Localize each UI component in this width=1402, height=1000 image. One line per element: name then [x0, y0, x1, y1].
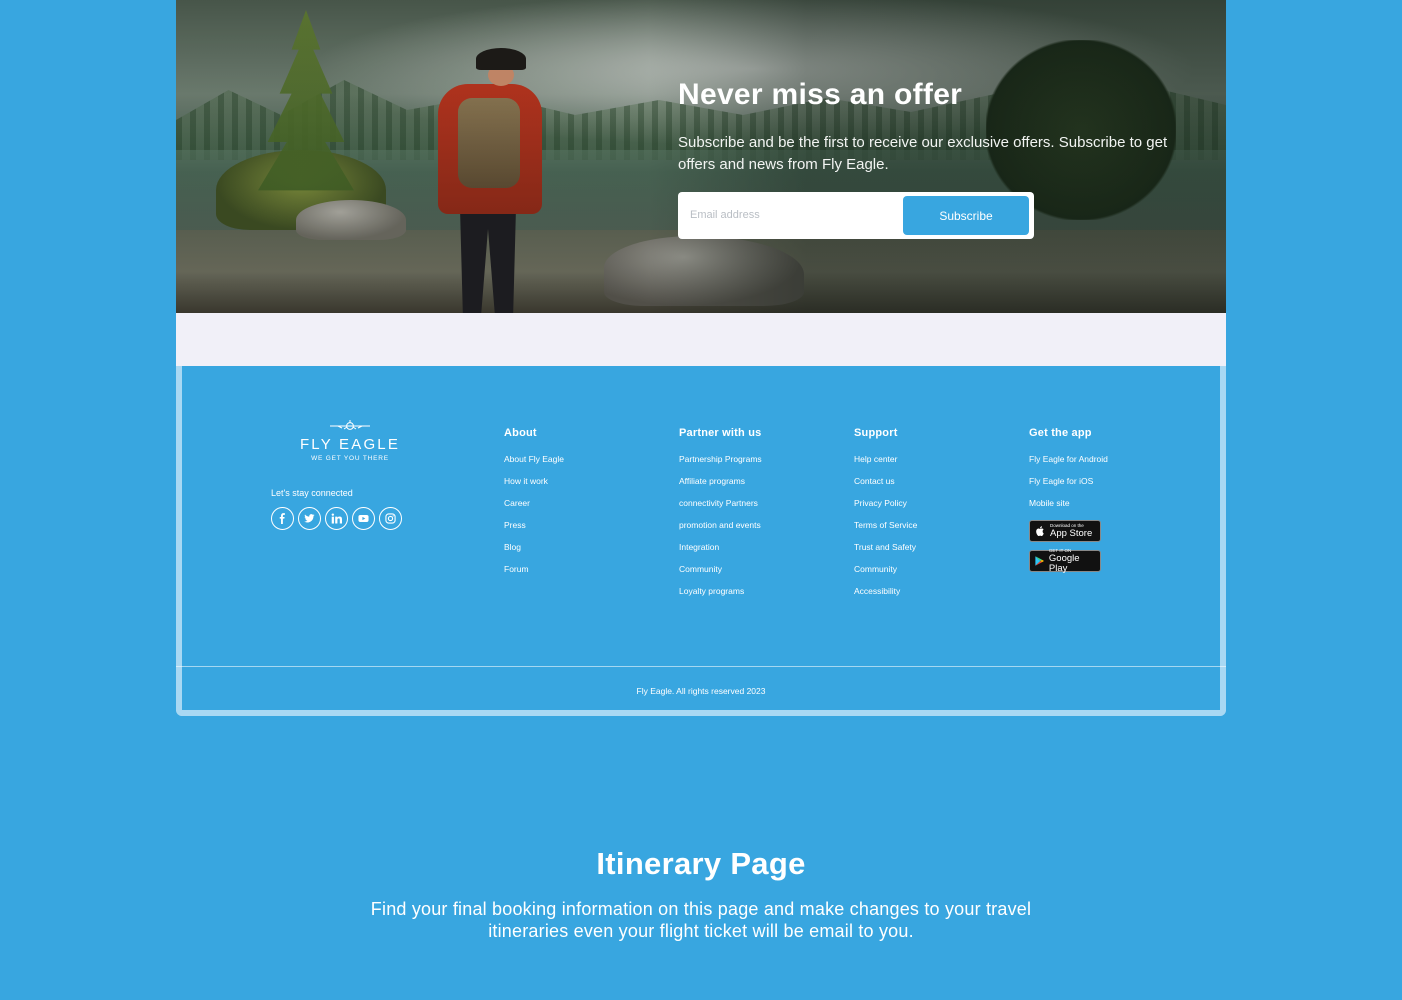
instagram-icon[interactable]	[379, 507, 402, 530]
page-frame: Never miss an offer Subscribe and be the…	[176, 0, 1226, 716]
footer-column-partner: Partner with us Partnership Programs Aff…	[679, 427, 762, 602]
brand-name: FLY EAGLE	[299, 436, 401, 453]
footer-link[interactable]: Community	[679, 558, 762, 580]
section-title: Itinerary Page	[596, 846, 806, 881]
footer-link[interactable]: Press	[504, 514, 564, 536]
footer-divider	[176, 666, 1226, 667]
google-play-icon	[1035, 556, 1045, 566]
footer-link[interactable]: Community	[854, 558, 917, 580]
footer-link[interactable]: Mobile site	[1029, 492, 1108, 514]
column-heading: Get the app	[1029, 427, 1092, 439]
google-play-badge[interactable]: GET IT ON Google Play	[1029, 548, 1101, 574]
google-play-big-text: Google Play	[1048, 553, 1080, 574]
footer-link[interactable]: Fly Eagle for Android	[1029, 448, 1108, 470]
copyright-text: Fly Eagle. All rights reserved 2023	[636, 686, 766, 696]
site-footer: FLY EAGLE WE GET YOU THERE Let's stay co…	[176, 366, 1226, 716]
footer-column-app: Get the app Fly Eagle for Android Fly Ea…	[1029, 427, 1108, 574]
newsletter-title: Never miss an offer	[678, 78, 963, 111]
newsletter-subtitle: Subscribe and be the first to receive ou…	[678, 134, 1168, 173]
footer-link[interactable]: About Fly Eagle	[504, 448, 564, 470]
linkedin-icon[interactable]	[325, 507, 348, 530]
column-heading: Support	[854, 427, 898, 439]
plane-icon	[330, 420, 370, 430]
footer-link[interactable]: promotion and events	[679, 514, 762, 536]
column-heading: Partner with us	[679, 427, 762, 439]
youtube-icon[interactable]	[352, 507, 375, 530]
section-spacer	[176, 313, 1226, 366]
footer-link[interactable]: Partnership Programs	[679, 448, 762, 470]
brand-tagline: WE GET YOU THERE	[311, 455, 389, 462]
column-heading: About	[504, 427, 537, 439]
footer-link[interactable]: Accessibility	[854, 580, 917, 602]
footer-link[interactable]: Fly Eagle for iOS	[1029, 470, 1108, 492]
footer-link[interactable]: Help center	[854, 448, 917, 470]
footer-link[interactable]: Integration	[679, 536, 762, 558]
app-store-big-text: App Store	[1050, 528, 1093, 539]
newsletter-content: Never miss an offer Subscribe and be the…	[678, 78, 1178, 176]
footer-column-support: Support Help center Contact us Privacy P…	[854, 427, 917, 602]
social-links	[271, 507, 402, 530]
footer-link[interactable]: Privacy Policy	[854, 492, 917, 514]
footer-link[interactable]: Terms of Service	[854, 514, 917, 536]
footer-column-about: About About Fly Eagle How it work Career…	[504, 427, 564, 580]
footer-link[interactable]: Blog	[504, 536, 564, 558]
footer-link[interactable]: Forum	[504, 558, 564, 580]
footer-link[interactable]: Affiliate programs	[679, 470, 762, 492]
subscribe-form: Subscribe	[678, 192, 1034, 239]
twitter-icon[interactable]	[298, 507, 321, 530]
brand-logo[interactable]: FLY EAGLE WE GET YOU THERE	[290, 418, 410, 462]
footer-link[interactable]: Contact us	[854, 470, 917, 492]
connect-label: Let's stay connected	[271, 488, 353, 498]
section-description: Find your final booking information on t…	[370, 899, 1032, 941]
footer-link[interactable]: Loyalty programs	[679, 580, 762, 602]
facebook-icon[interactable]	[271, 507, 294, 530]
app-store-badge[interactable]: Download on the App Store	[1029, 520, 1101, 542]
email-input[interactable]	[690, 204, 890, 226]
footer-link[interactable]: Trust and Safety	[854, 536, 917, 558]
apple-icon	[1036, 526, 1044, 537]
footer-link[interactable]: How it work	[504, 470, 564, 492]
footer-link[interactable]: connectivity Partners	[679, 492, 762, 514]
footer-link[interactable]: Career	[504, 492, 564, 514]
subscribe-button[interactable]: Subscribe	[903, 196, 1029, 235]
